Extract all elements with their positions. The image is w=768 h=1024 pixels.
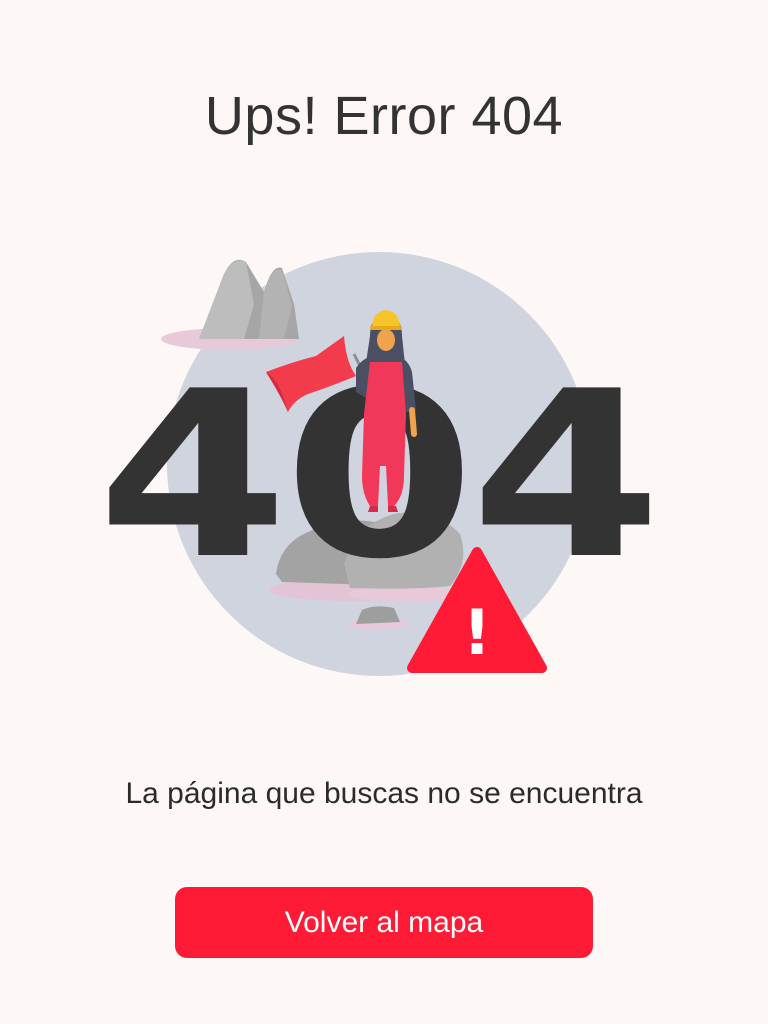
error-illustration: 404 bbox=[94, 244, 674, 684]
back-to-map-button[interactable]: Volver al mapa bbox=[175, 887, 593, 958]
error-404-page: Ups! Error 404 404 bbox=[0, 0, 768, 1024]
error-message: La página que buscas no se encuentra bbox=[125, 777, 643, 810]
rock-icon bbox=[161, 259, 299, 350]
warning-exclamation: ! bbox=[463, 596, 491, 669]
page-title: Ups! Error 404 bbox=[204, 86, 564, 146]
